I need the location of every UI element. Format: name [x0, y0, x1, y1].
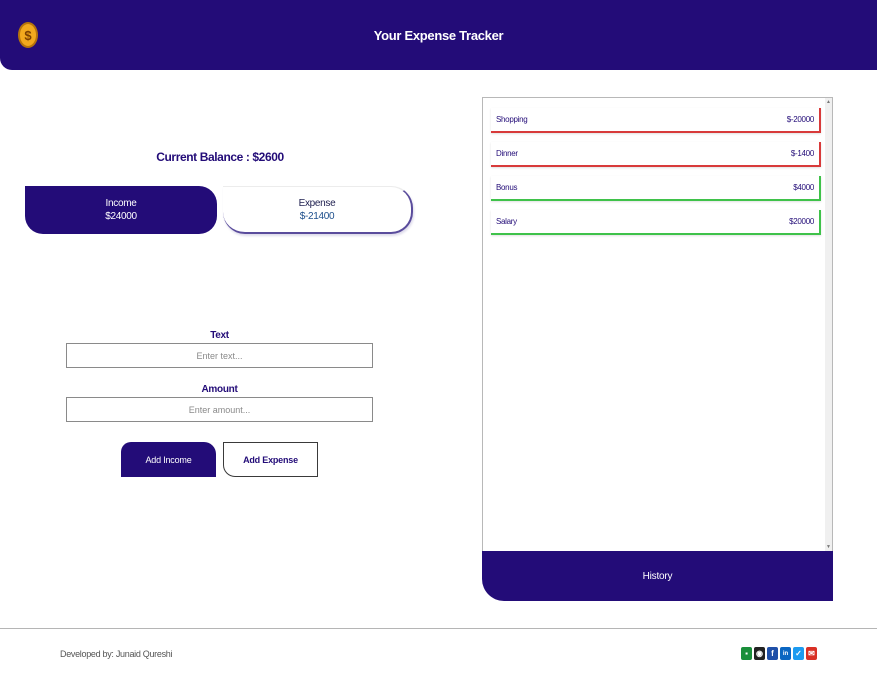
email-icon[interactable]: ✉ — [806, 647, 817, 660]
income-card: Income $24000 — [25, 186, 217, 234]
transaction-amount: $-1400 — [790, 149, 814, 158]
social-links: ▪ ◉ f in ✓ ✉ — [741, 647, 817, 660]
add-expense-button[interactable]: Add Expense — [223, 442, 318, 477]
developer-credit: Developed by: Junaid Qureshi — [60, 649, 173, 659]
dollar-coin-icon: $ — [18, 22, 38, 48]
transaction-item: Salary $20000 — [491, 210, 821, 235]
expense-label: Expense — [298, 197, 336, 209]
add-income-button[interactable]: Add Income — [121, 442, 216, 477]
footer-divider — [0, 628, 877, 629]
linkedin-icon[interactable]: in — [780, 647, 791, 660]
transaction-item: Bonus $4000 — [491, 176, 821, 201]
transaction-list[interactable]: ▲ ▼ Shopping $-20000 Dinner $-1400 Bonus… — [482, 97, 833, 552]
text-input[interactable] — [66, 343, 373, 368]
transaction-item: Dinner $-1400 — [491, 142, 821, 167]
amount-input[interactable] — [66, 397, 373, 422]
contact-card-icon[interactable]: ▪ — [741, 647, 752, 660]
history-tab[interactable]: History — [482, 551, 833, 601]
transaction-name: Dinner — [496, 149, 518, 158]
facebook-icon[interactable]: f — [767, 647, 778, 660]
scrollbar[interactable]: ▲ ▼ — [825, 98, 832, 551]
transaction-name: Bonus — [496, 183, 518, 192]
expense-value: $-21400 — [299, 210, 335, 222]
scroll-up-icon[interactable]: ▲ — [826, 99, 831, 105]
text-label: Text — [210, 330, 229, 341]
transaction-name: Shopping — [496, 115, 528, 124]
transaction-amount: $-20000 — [786, 115, 815, 124]
app-header: $ Your Expense Tracker — [0, 0, 877, 70]
income-label: Income — [105, 198, 137, 209]
transaction-item: Shopping $-20000 — [491, 108, 821, 133]
transaction-name: Salary — [496, 217, 517, 226]
current-balance: Current Balance : $2600 — [156, 150, 284, 164]
income-value: $24000 — [105, 211, 137, 222]
app-title: Your Expense Tracker — [373, 27, 504, 43]
expense-card: Expense $-21400 — [223, 186, 413, 234]
transaction-amount: $4000 — [793, 183, 814, 192]
twitter-icon[interactable]: ✓ — [793, 647, 804, 660]
github-icon[interactable]: ◉ — [754, 647, 765, 660]
logo-glyph: $ — [24, 27, 32, 43]
scroll-down-icon[interactable]: ▼ — [826, 544, 831, 550]
amount-label: Amount — [201, 384, 238, 395]
transaction-amount: $20000 — [789, 217, 814, 226]
